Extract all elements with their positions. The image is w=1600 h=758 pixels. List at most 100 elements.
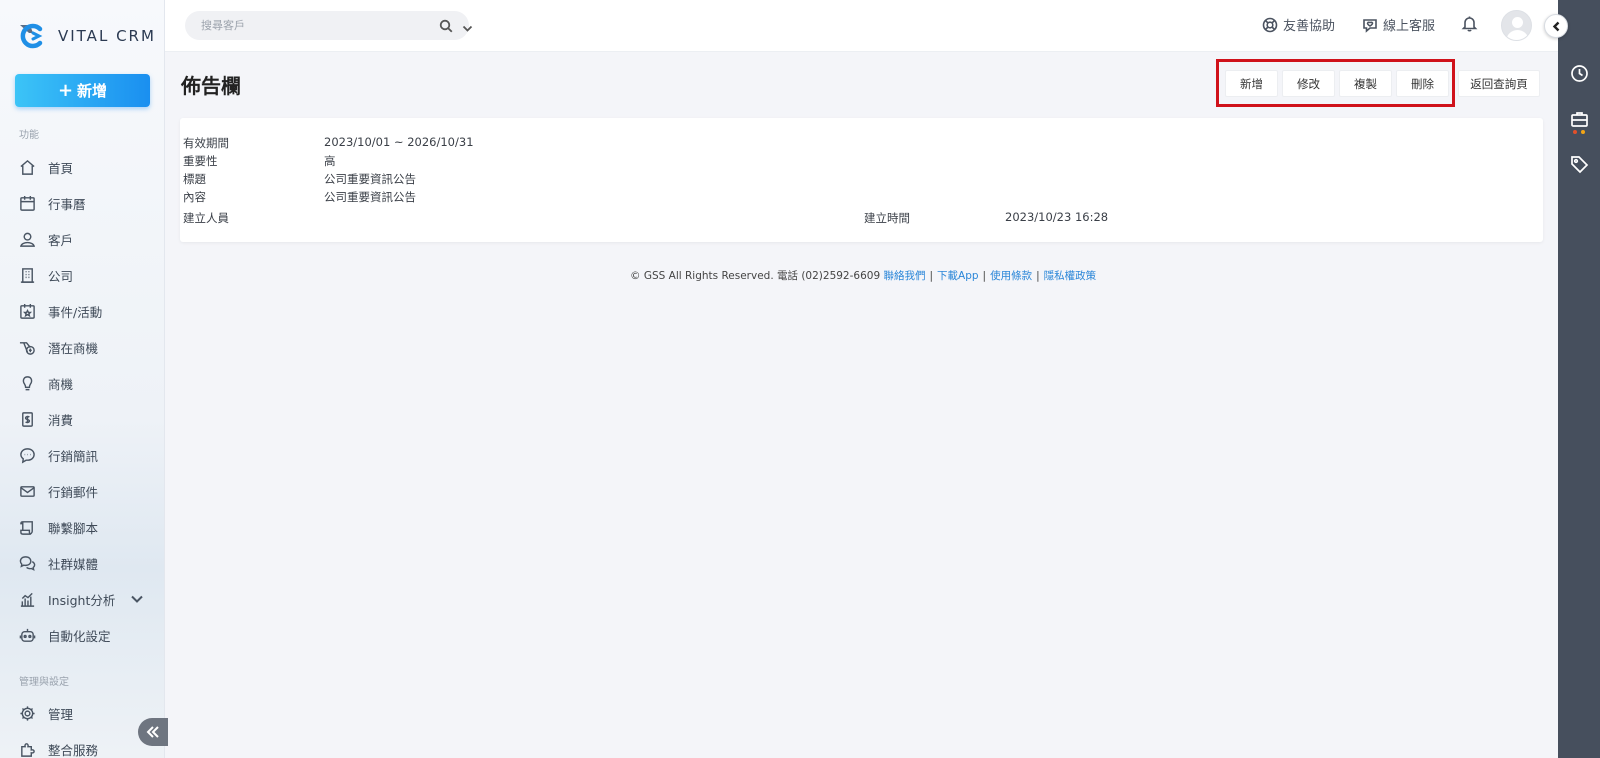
footer-separator: | — [982, 270, 987, 282]
support-link-label: 線上客服 — [1383, 19, 1436, 34]
sidebar-item-label: 自動化設定 — [48, 628, 111, 644]
receipt-icon — [18, 410, 36, 428]
topbar: 友善協助 線上客服 — [165, 0, 1558, 52]
sidebar-item-email[interactable]: 行銷郵件 — [0, 476, 165, 506]
status-dot-red — [1573, 130, 1577, 134]
toolbox-button[interactable] — [1570, 110, 1590, 130]
footer-separator: | — [1036, 270, 1040, 282]
created-time-label: 建立時間 — [864, 211, 910, 225]
sidebar-item-label: 行事曆 — [48, 196, 86, 212]
copy-button[interactable]: 複製 — [1339, 70, 1392, 97]
sidebar-item-events[interactable]: 事件/活動 — [0, 296, 165, 326]
sidebar-item-opportunities[interactable]: 商機 — [0, 368, 165, 398]
content-value: 公司重要資訊公告 — [324, 190, 416, 204]
period-label: 有效期間 — [183, 136, 229, 150]
new-button-label: 新增 — [77, 82, 108, 100]
robot-icon — [18, 626, 36, 644]
sidebar-item-calendar[interactable]: 行事曆 — [0, 188, 165, 218]
sidebar-item-label: 行銷簡訊 — [48, 448, 99, 464]
section-label-admin: 管理與設定 — [19, 677, 69, 688]
subject-value: 公司重要資訊公告 — [324, 172, 416, 186]
double-chevron-left-icon — [146, 726, 159, 738]
contact-us-link[interactable]: 聯絡我們 — [883, 270, 925, 282]
sms-icon — [18, 446, 36, 464]
home-icon — [18, 158, 36, 176]
history-clock-button[interactable] — [1570, 64, 1590, 84]
sidebar-item-consumption[interactable]: 消費 — [0, 404, 165, 434]
sidebar-item-label: 首頁 — [48, 160, 74, 176]
back-to-search-button[interactable]: 返回查詢頁 — [1458, 70, 1540, 97]
sidebar-item-label: 管理 — [48, 706, 74, 722]
help-link[interactable]: 友善協助 — [1262, 15, 1335, 34]
support-chat-icon — [1363, 18, 1377, 33]
chart-icon — [18, 590, 36, 608]
help-link-label: 友善協助 — [1283, 19, 1336, 34]
edit-button[interactable]: 修改 — [1282, 70, 1335, 97]
brand-name: VITAL CRM — [58, 27, 156, 45]
creator-label: 建立人員 — [183, 211, 229, 225]
notification-bell[interactable] — [1461, 15, 1478, 36]
sidebar-item-social[interactable]: 社群媒體 — [0, 548, 165, 578]
avatar-body — [1506, 30, 1529, 40]
content-label: 內容 — [183, 190, 206, 204]
sidebar-item-customers[interactable]: 客戶 — [0, 224, 165, 254]
tag-button[interactable] — [1570, 155, 1590, 175]
online-support-link[interactable]: 線上客服 — [1362, 15, 1435, 34]
sidebar-item-prospects[interactable]: 潛在商機 — [0, 332, 165, 362]
vital-crm-logo-icon — [20, 23, 43, 49]
sidebar-item-company[interactable]: 公司 — [0, 260, 165, 290]
copyright-text: © GSS All Rights Reserved. 電話 (02)2592-6… — [630, 270, 881, 282]
search-input[interactable] — [201, 19, 401, 32]
avatar-head — [1512, 17, 1523, 28]
calendar-icon — [18, 194, 36, 212]
delete-button[interactable]: 刪除 — [1396, 70, 1449, 97]
script-icon — [18, 518, 36, 536]
rail-toggle-button[interactable] — [1544, 14, 1568, 38]
sidebar-item-label: 客戶 — [48, 232, 74, 248]
add-button[interactable]: 新增 — [1225, 70, 1278, 97]
bell-icon — [1461, 16, 1478, 32]
lightbulb-icon — [18, 374, 36, 392]
chat-icon — [18, 554, 36, 572]
created-time-value: 2023/10/23 16:28 — [1005, 210, 1109, 224]
sidebar-item-home[interactable]: 首頁 — [0, 152, 165, 182]
clock-icon — [1571, 65, 1588, 82]
tag-icon — [1571, 156, 1589, 174]
sidebar-item-label: 事件/活動 — [48, 304, 103, 320]
privacy-link[interactable]: 隱私權政策 — [1044, 270, 1097, 282]
chevron-left-icon — [1552, 21, 1559, 31]
sidebar-item-sms[interactable]: 行銷簡訊 — [0, 440, 165, 470]
sidebar-item-label: 行銷郵件 — [48, 484, 99, 500]
sidebar-item-insight[interactable]: Insight分析 — [0, 584, 165, 614]
sidebar-item-label: 商機 — [48, 376, 74, 392]
lifebuoy-icon — [1262, 17, 1278, 32]
section-label-functions: 功能 — [19, 130, 39, 141]
sidebar-item-automation[interactable]: 自動化設定 — [0, 620, 165, 650]
sidebar-item-label: 社群媒體 — [48, 556, 99, 572]
mail-icon — [18, 482, 36, 500]
new-button[interactable]: + 新增 — [15, 74, 150, 107]
prospect-icon — [18, 338, 36, 356]
download-app-link[interactable]: 下載App — [937, 270, 979, 282]
sidebar-item-label: 整合服務 — [48, 742, 99, 758]
status-dot-orange — [1581, 130, 1585, 134]
puzzle-icon — [18, 740, 36, 758]
user-avatar[interactable] — [1501, 10, 1532, 41]
importance-value: 高 — [324, 154, 336, 168]
sidebar-item-label: 公司 — [48, 268, 74, 284]
search-icon[interactable] — [439, 18, 453, 37]
chevron-down-icon[interactable] — [462, 19, 473, 38]
gear-icon — [18, 704, 36, 722]
sidebar-item-label: 消費 — [48, 412, 74, 428]
page-title: 佈告欄 — [181, 74, 241, 98]
chevron-down-icon[interactable] — [130, 592, 144, 609]
event-icon — [18, 302, 36, 320]
sidebar-item-label: 聯繫腳本 — [48, 520, 99, 536]
briefcase-icon — [1571, 112, 1588, 127]
sidebar-item-scripts[interactable]: 聯繫腳本 — [0, 512, 165, 542]
customer-search — [185, 11, 473, 40]
collapse-sidebar-button[interactable] — [138, 718, 168, 746]
terms-link[interactable]: 使用條款 — [990, 270, 1032, 282]
brand-logo[interactable]: VITAL CRM — [18, 20, 156, 52]
sidebar-item-label: Insight分析 — [48, 592, 116, 608]
